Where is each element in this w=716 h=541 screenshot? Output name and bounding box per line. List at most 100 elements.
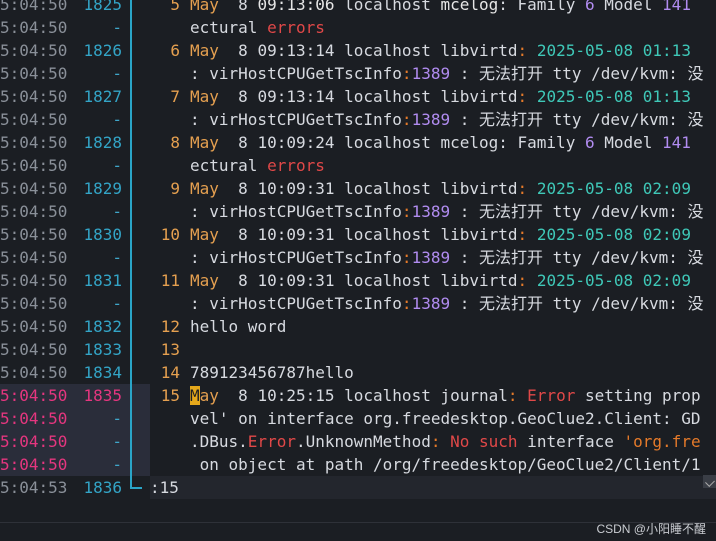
text-segment — [633, 271, 643, 290]
text-segment: : — [517, 179, 528, 198]
timestamp: 5:04:50] — [0, 432, 70, 451]
timestamp: 5:04:50] — [0, 386, 70, 405]
log-line[interactable]: 5:04:50] 1826 6 May 8 09:13:14 localhost li… — [0, 39, 716, 62]
source-line-number: - — [112, 409, 122, 428]
text-segment: : — [517, 87, 528, 106]
scroll-down-icon[interactable] — [703, 475, 716, 488]
line-text: May 8 09:13:14 localhost libvirtd: 2025-… — [190, 39, 691, 62]
text-segment: .UnknownMethod — [295, 432, 431, 451]
line-text: May 8 10:09:31 localhost libvirtd: 2025-… — [190, 269, 691, 292]
text-segment — [527, 271, 537, 290]
text-segment: interface — [517, 432, 624, 451]
source-line-number: - — [112, 248, 122, 267]
timestamp: 5:04:50] — [0, 409, 70, 428]
text-segment: Model — [594, 0, 663, 14]
source-line-number: 1829 — [83, 179, 122, 198]
file-line-number: 12 — [160, 317, 180, 336]
text-segment: setting prop — [575, 386, 701, 405]
source-line-number: 1836 — [83, 478, 122, 497]
text-segment: 2025-05-08 — [536, 41, 634, 60]
log-line[interactable]: 5:04:50] -: virHostCPUGetTscInfo:1389 : 无… — [0, 62, 716, 85]
line-text: ectural errors — [190, 154, 325, 177]
text-segment: 01:13 — [642, 41, 691, 60]
text-segment: : — [517, 41, 528, 60]
text-segment: 8 10:09:31 localhost libvirtd — [218, 225, 518, 244]
log-line[interactable]: 5:04:50] 1825 5 May 8 09:13:06 localhost mc… — [0, 0, 716, 16]
text-segment: : — [517, 271, 528, 290]
line-text: May 8 10:25:15 localhost journal: Error … — [190, 384, 701, 407]
text-segment — [527, 87, 537, 106]
text-segment — [633, 179, 643, 198]
text-segment: No such — [450, 432, 518, 451]
text-segment: 141 — [662, 133, 691, 152]
text-segment: 1389 — [411, 64, 451, 83]
text-segment: 2025-05-08 — [536, 179, 634, 198]
text-segment: 6 — [584, 133, 595, 152]
text-segment: 8 10:09:24 localhost mcelog: Family — [218, 133, 585, 152]
file-line-number: 7 — [170, 87, 180, 106]
text-segment: May — [190, 271, 219, 290]
timestamp: 5:04:50] — [0, 18, 70, 37]
log-line[interactable]: 5:04:50] 1829 9 May 8 10:09:31 localhost li… — [0, 177, 716, 200]
source-line-number: - — [112, 294, 122, 313]
log-line[interactable]: 5:04:50] -: virHostCPUGetTscInfo:1389 : 无… — [0, 108, 716, 131]
text-segment: errors — [267, 18, 325, 37]
log-line[interactable]: 5:04:50] -: virHostCPUGetTscInfo:1389 : 无… — [0, 200, 716, 223]
source-line-number: 1825 — [83, 0, 122, 14]
text-segment: : — [401, 64, 412, 83]
source-line-number: - — [112, 156, 122, 175]
text-segment — [527, 179, 537, 198]
log-line[interactable]: 5:04:50] 1830 10 May 8 10:09:31 localhost l… — [0, 223, 716, 246]
command-line[interactable]: :15 — [150, 476, 716, 499]
log-line[interactable]: 5:04:50] 1832 12 hello word — [0, 315, 716, 338]
log-line[interactable]: 5:04:50] - vel' on interface org.freedeskt… — [0, 407, 716, 430]
text-segment: 8 10:09:31 localhost libvirtd — [218, 179, 518, 198]
log-line[interactable]: 5:04:50] 1827 7 May 8 09:13:14 localhost li… — [0, 85, 716, 108]
text-segment: on object at path /org/freedesktop/GeoCl… — [190, 455, 701, 474]
text-segment: localhost — [334, 0, 441, 14]
line-text: : virHostCPUGetTscInfo:1389 : 无法打开 tty /… — [190, 292, 704, 315]
text-segment: : 无法打开 tty /dev/kvm: 没 — [450, 294, 704, 313]
log-line[interactable]: 5:04:50] - on object at path /org/freedes… — [0, 453, 716, 476]
timestamp: 5:04:50] — [0, 0, 70, 14]
text-segment: : virHostCPUGetTscInfo — [190, 202, 402, 221]
line-text: : virHostCPUGetTscInfo:1389 : 无法打开 tty /… — [190, 200, 704, 223]
source-line-number: - — [112, 110, 122, 129]
text-segment: .DBus. — [190, 432, 248, 451]
text-cursor: M — [190, 386, 200, 405]
text-segment: : virHostCPUGetTscInfo — [190, 248, 402, 267]
text-segment: : 无法打开 tty /dev/kvm: 没 — [450, 202, 704, 221]
file-line-number: 8 — [170, 133, 180, 152]
log-line[interactable]: 5:04:50] 1833 13 — [0, 338, 716, 361]
text-segment: : — [401, 202, 412, 221]
line-text: .DBus.Error.UnknownMethod: No such inter… — [190, 430, 701, 453]
text-segment: : virHostCPUGetTscInfo — [190, 294, 402, 313]
log-line[interactable]: 5:04:50] 1834 14 789123456787hello — [0, 361, 716, 384]
line-text: : virHostCPUGetTscInfo:1389 : 无法打开 tty /… — [190, 62, 704, 85]
log-line[interactable]: 5:04:50] -: virHostCPUGetTscInfo:1389 : 无… — [0, 246, 716, 269]
log-line[interactable]: 5:04:50] -: virHostCPUGetTscInfo:1389 : 无… — [0, 292, 716, 315]
timestamp: 5:04:50] — [0, 248, 70, 267]
text-segment — [633, 41, 643, 60]
text-segment — [527, 225, 537, 244]
log-line[interactable]: 5:04:50] 1835 15 May 8 10:25:15 localhost j… — [0, 384, 716, 407]
timestamp: 5:04:50] — [0, 340, 70, 359]
file-line-number: 9 — [170, 179, 180, 198]
text-segment: : 无法打开 tty /dev/kvm: 没 — [450, 248, 704, 267]
log-line[interactable]: 5:04:50] - ectural errors — [0, 16, 716, 39]
log-line[interactable]: 5:04:50] 1831 11 May 8 10:09:31 localhost l… — [0, 269, 716, 292]
text-segment — [527, 41, 537, 60]
timestamp: 5:04:50] — [0, 202, 70, 221]
line-text: vel' on interface org.freedesktop.GeoClu… — [190, 407, 701, 430]
text-segment: : — [401, 248, 412, 267]
gutter-bar — [130, 0, 132, 479]
log-line[interactable]: 5:04:50] 1828 8 May 8 10:09:24 localhost mc… — [0, 131, 716, 154]
source-line-number: - — [112, 455, 122, 474]
file-line-number: 11 — [160, 271, 180, 290]
text-segment: 2025-05-08 — [536, 271, 634, 290]
text-segment: : 无法打开 tty /dev/kvm: 没 — [450, 64, 704, 83]
command-text: :15 — [150, 478, 179, 497]
log-line[interactable]: 5:04:50] - .DBus.Error.UnknownMethod: No s… — [0, 430, 716, 453]
log-line[interactable]: 5:04:50] - ectural errors — [0, 154, 716, 177]
text-segment: : virHostCPUGetTscInfo — [190, 64, 402, 83]
